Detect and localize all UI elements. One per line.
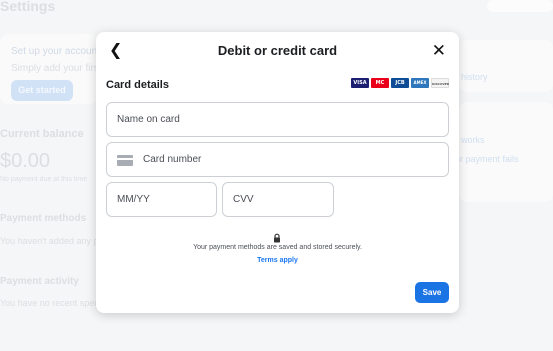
- cvv-input[interactable]: CVV: [222, 182, 334, 217]
- dialog-header: ❮ Debit or credit card ✕: [96, 41, 459, 61]
- terms-apply-link[interactable]: Terms apply: [96, 257, 459, 264]
- credit-card-icon: [117, 155, 133, 166]
- close-button[interactable]: ✕: [432, 41, 446, 61]
- card-brand-visa-icon: VISA: [351, 78, 369, 88]
- lock-icon: [274, 233, 280, 243]
- card-brand-amex-icon: AMEX: [411, 78, 429, 88]
- cvv-placeholder: CVV: [233, 194, 254, 205]
- name-on-card-placeholder: Name on card: [117, 114, 180, 125]
- card-number-input[interactable]: Card number: [106, 142, 449, 177]
- close-icon: ✕: [431, 41, 446, 60]
- card-brands: VISA MC JCB AMEX DISCOVER: [351, 78, 449, 88]
- card-number-placeholder: Card number: [143, 154, 202, 165]
- card-dialog: ❮ Debit or credit card ✕ Card details VI…: [96, 32, 459, 313]
- dialog-title: Debit or credit card: [217, 43, 338, 58]
- expiry-input[interactable]: MM/YY: [106, 182, 217, 217]
- card-brand-jcb-icon: JCB: [391, 78, 409, 88]
- security-note: Your payment methods are saved and store…: [193, 244, 362, 251]
- name-on-card-input[interactable]: Name on card: [106, 102, 449, 137]
- card-brand-mc-icon: MC: [371, 78, 389, 88]
- save-button[interactable]: Save: [415, 282, 449, 303]
- card-details-label: Card details: [106, 79, 169, 91]
- expiry-placeholder: MM/YY: [117, 194, 150, 205]
- card-brand-discover-icon: DISCOVER: [431, 78, 449, 88]
